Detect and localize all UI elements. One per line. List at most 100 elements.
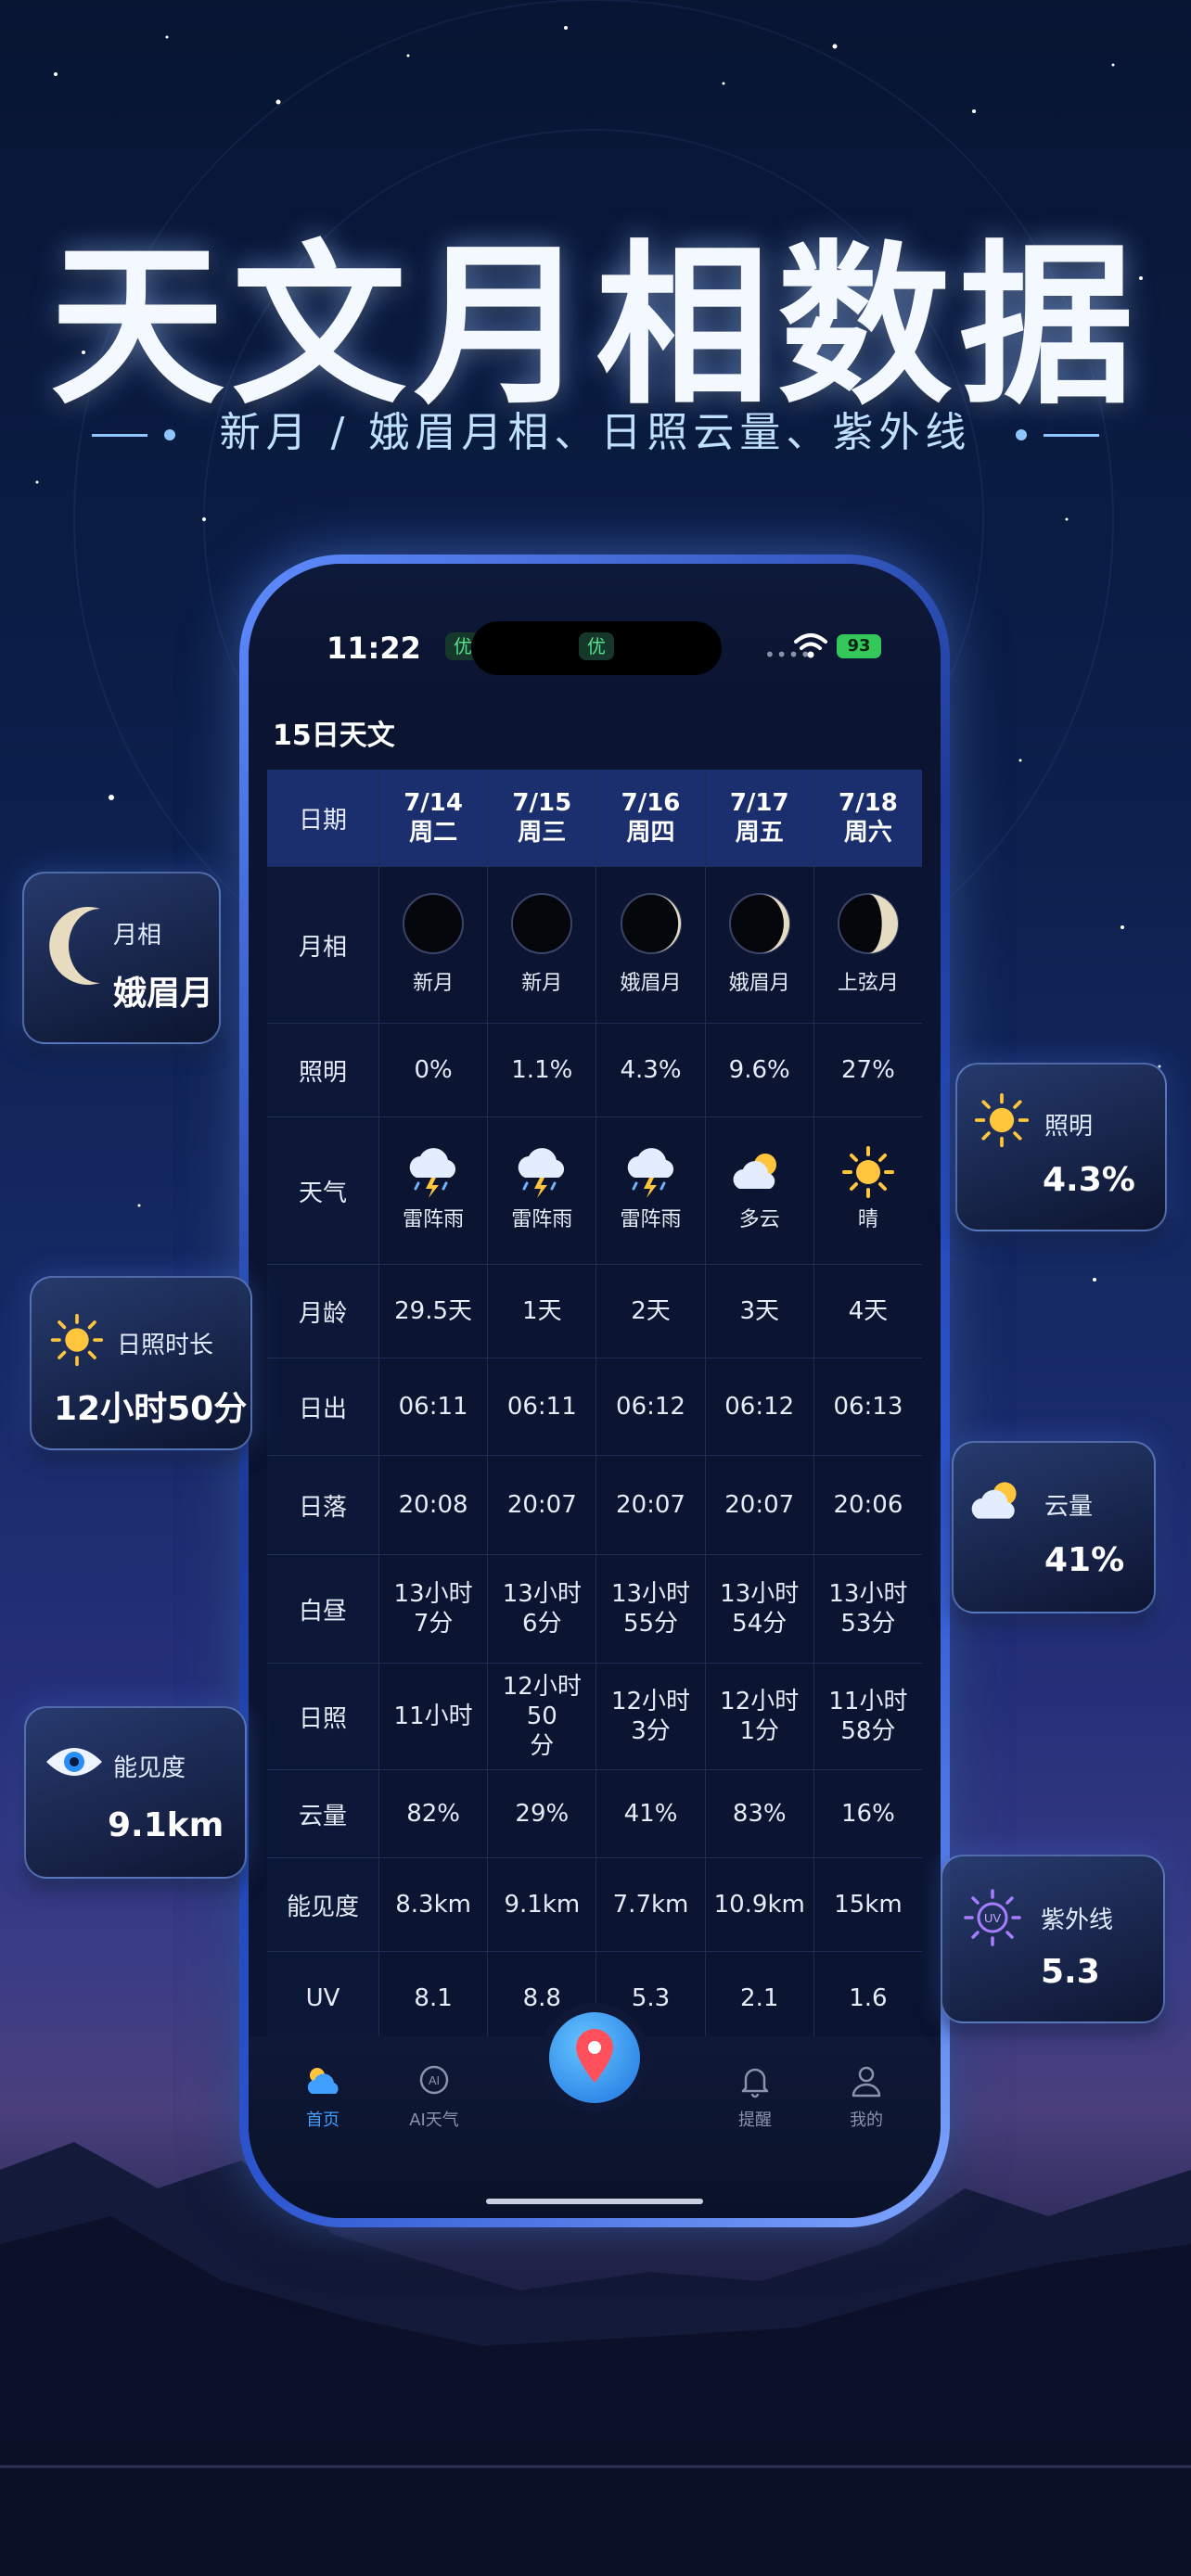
moon-phase-cell: 娥眉月: [706, 867, 814, 1023]
sunrise-cell: 06:11: [379, 1358, 489, 1455]
sunshine-minutes: 1分: [739, 1717, 779, 1745]
date-header-cell[interactable]: 7/17 周五: [706, 770, 814, 866]
sunshine-minutes: 58分: [840, 1717, 896, 1745]
card-title: 紫外线: [1041, 1906, 1114, 1934]
moon-phase-text: 娥眉月: [728, 972, 790, 995]
weather-cell: 晴: [814, 1117, 922, 1264]
daylight-hours: 13小时: [610, 1580, 691, 1608]
sunshine-row: 日照 11小时 12小时50 分 12小时 3分 12小时 1分 11小时 58分: [267, 1664, 922, 1770]
partly-cloudy-icon: [971, 1482, 1017, 1519]
sunrise-cell: 06:12: [596, 1358, 706, 1455]
divider-dot: [1016, 429, 1028, 440]
sunset-cell: 20:08: [379, 1456, 489, 1554]
visibility-row: 能见度 8.3km 9.1km 7.7km 10.9km 15km: [267, 1858, 922, 1952]
cloud-row: 云量 82% 29% 41% 83% 16%: [267, 1770, 922, 1858]
date-header-cell[interactable]: 7/16 周四: [596, 770, 706, 866]
date-text: 7/17: [729, 789, 789, 817]
weekday-text: 周二: [409, 819, 458, 847]
tab-reminder[interactable]: 提醒: [699, 2060, 811, 2131]
weather-text: 多云: [738, 1208, 780, 1231]
location-button[interactable]: [540, 2003, 649, 2112]
date-header-cell[interactable]: 7/14 周二: [379, 770, 489, 866]
visibility-cell: 15km: [834, 1891, 903, 1919]
illumination-cell: 4.3%: [596, 1024, 706, 1116]
weekday-text: 周六: [843, 819, 892, 847]
weather-row: 天气 雷阵雨 雷阵雨 雷阵雨 多云 晴: [267, 1117, 922, 1265]
wifi-icon: [794, 633, 827, 658]
aqi-badge: 优: [579, 632, 614, 660]
daylight-cell: 13小时 55分: [596, 1555, 706, 1663]
card-title: 日照时长: [117, 1332, 214, 1359]
illumination-cell: 0%: [379, 1024, 489, 1116]
weekday-text: 周五: [735, 819, 784, 847]
row-label: 照明: [267, 1024, 379, 1116]
uv-badge-text: UV: [984, 1911, 1001, 1925]
moon-dark-disc: [511, 893, 573, 954]
sunrise-cell: 06:12: [706, 1358, 814, 1455]
visibility-cell: 7.7km: [596, 1858, 706, 1951]
illumination-cell: 9.6%: [706, 1024, 814, 1116]
bell-icon: [741, 2068, 769, 2098]
card-value: 4.3%: [1043, 1161, 1135, 1199]
weather-text: 晴: [857, 1208, 878, 1231]
promo-subline-text: 新月 / 娥眉月相、日照云量、紫外线: [219, 409, 972, 456]
row-label: 月龄: [267, 1265, 379, 1358]
tab-label: 我的: [850, 2111, 883, 2130]
moon-phase-text: 娥眉月: [620, 972, 682, 995]
moon-age-cell: 2天: [596, 1265, 706, 1358]
cloud-cell: 29%: [488, 1770, 597, 1857]
moon-phase-icon: [837, 893, 899, 954]
daylight-cell: 13小时 7分: [379, 1555, 489, 1663]
tab-home[interactable]: 首页: [267, 2060, 378, 2131]
daylight-hours: 13小时: [828, 1580, 908, 1608]
date-header-cell[interactable]: 7/18 周六: [814, 770, 922, 866]
moon-phase-text: 新月: [521, 972, 563, 995]
sunshine-cell: 12小时 3分: [596, 1664, 706, 1769]
crescent-moon-icon: [49, 907, 100, 985]
tab-ai-weather[interactable]: AI AI天气: [378, 2060, 490, 2131]
weather-cell: 雷阵雨: [488, 1117, 597, 1264]
sunshine-hours: 12小时50: [502, 1673, 582, 1730]
sunrise-cell: 06:13: [833, 1393, 903, 1421]
row-label: UV: [267, 1952, 379, 2045]
tab-label: AI天气: [409, 2111, 459, 2130]
row-label: 日照: [267, 1664, 379, 1769]
card-value: 12小时50分: [54, 1390, 248, 1428]
date-header-cell[interactable]: 7/15 周三: [488, 770, 597, 866]
moon-dark-disc: [403, 893, 465, 954]
sunshine-cell: 12小时 1分: [706, 1664, 814, 1769]
daylight-hours: 13小时: [502, 1580, 582, 1608]
visibility-cell: 10.9km: [706, 1858, 814, 1951]
sunshine-cell: 12小时50 分: [488, 1664, 597, 1769]
sunshine-minutes: 分: [530, 1732, 555, 1760]
divider-line: [91, 433, 147, 437]
home-indicator: [486, 2199, 703, 2204]
visibility-card: 能见度 9.1km: [24, 1706, 247, 1879]
weekday-text: 周四: [626, 819, 675, 847]
moon-phase-text: 上弦月: [837, 972, 899, 995]
moon-age-cell: 3天: [706, 1265, 814, 1358]
illumination-cell: 1.1%: [488, 1024, 597, 1116]
daylight-minutes: 53分: [840, 1610, 896, 1638]
cloud-cover-card: 云量 41%: [952, 1441, 1156, 1613]
sunset-cell: 20:06: [833, 1491, 903, 1519]
sunshine-hours: 12小时: [720, 1688, 800, 1715]
card-value: 41%: [1044, 1541, 1125, 1579]
tab-mine[interactable]: 我的: [811, 2060, 922, 2131]
row-label: 云量: [267, 1770, 379, 1857]
bottom-tab-bar: 首页 AI AI天气 提醒 我的: [249, 2003, 941, 2218]
sunshine-duration-card: 日照时长 12小时50分: [30, 1276, 252, 1450]
card-title: 能见度: [113, 1754, 186, 1782]
sunset-cell: 20:07: [488, 1456, 597, 1554]
user-icon: [852, 2066, 881, 2098]
divider-dot: [163, 429, 175, 440]
ai-badge-text: AI: [429, 2073, 440, 2087]
weather-cell: 多云: [706, 1117, 814, 1264]
moon-age-cell: 4天: [848, 1297, 889, 1325]
cloud-cell: 82%: [379, 1770, 489, 1857]
cloud-cell: 41%: [596, 1770, 706, 1857]
moon-phase-cell: 上弦月: [814, 867, 922, 1023]
sunrise-cell: 06:11: [488, 1358, 597, 1455]
daylight-row: 白昼 13小时 7分 13小时 6分 13小时 55分 13小时 54分 13小时 53分: [267, 1555, 922, 1664]
moon-age-cell: 1天: [488, 1265, 597, 1358]
